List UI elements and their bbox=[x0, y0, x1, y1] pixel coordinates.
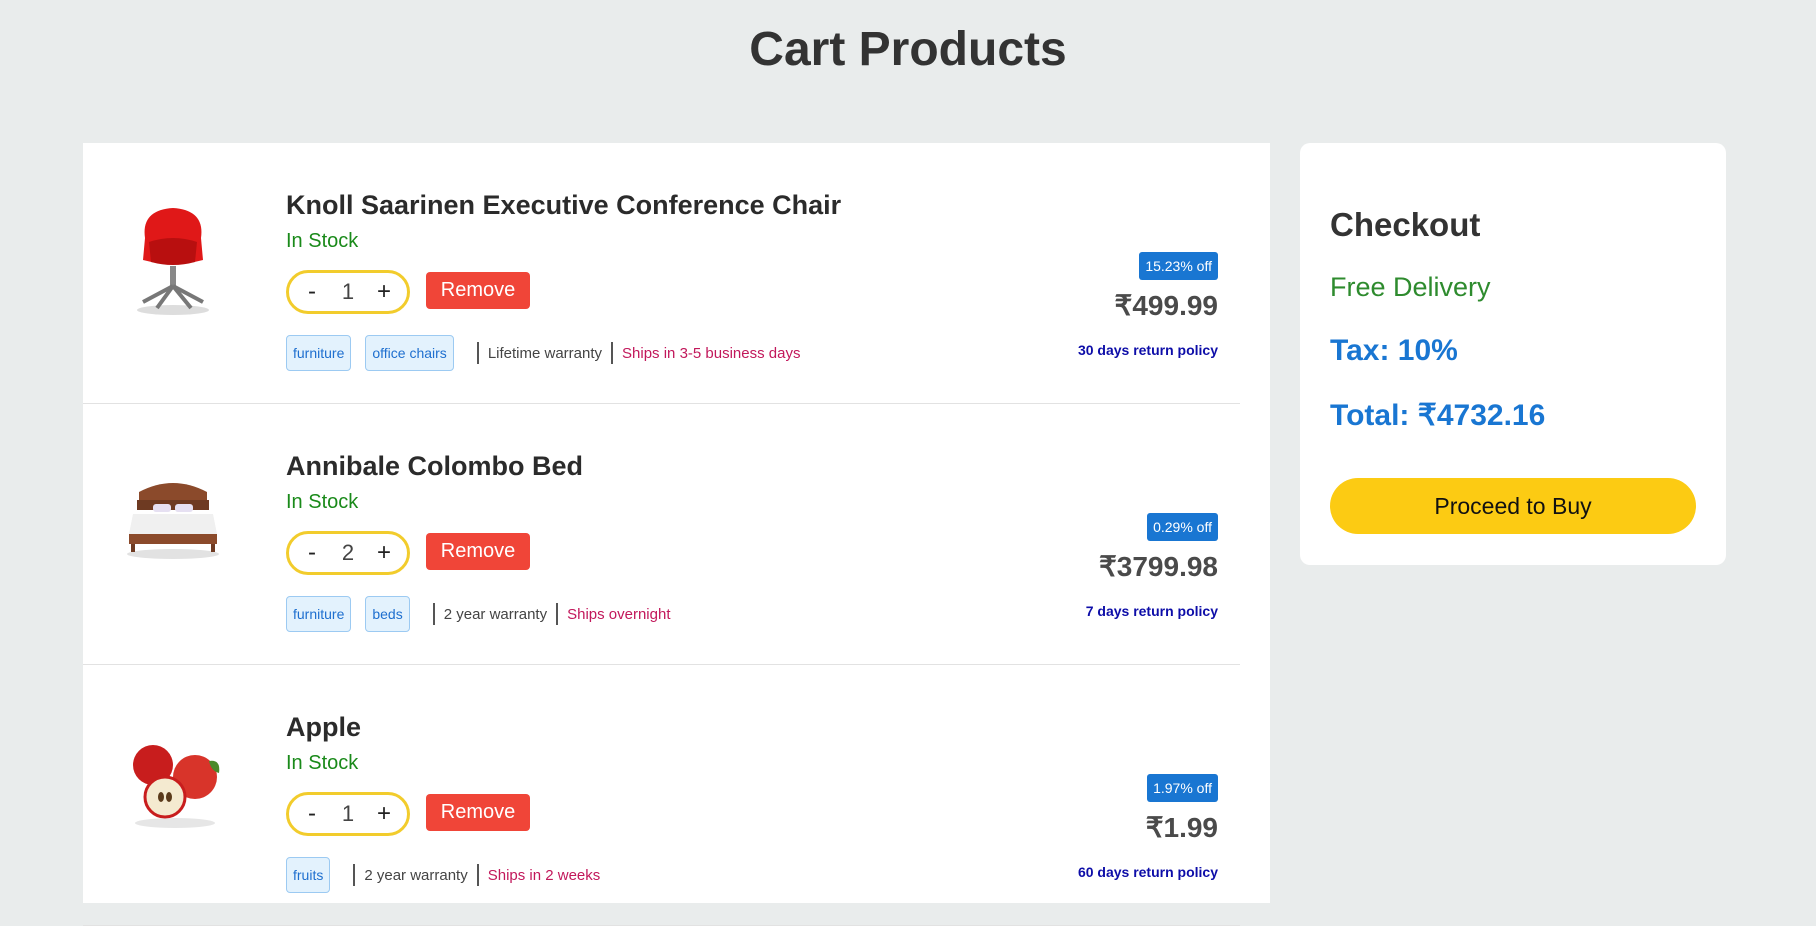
tag[interactable]: fruits bbox=[286, 857, 331, 893]
cart-item: Knoll Saarinen Executive Conference Chai… bbox=[83, 143, 1240, 404]
item-title[interactable]: Annibale Colombo Bed bbox=[286, 451, 583, 482]
stock-status: In Stock bbox=[286, 752, 359, 774]
cart-list: Knoll Saarinen Executive Conference Chai… bbox=[83, 143, 1270, 926]
quantity-stepper: - 1 + bbox=[286, 270, 410, 314]
divider bbox=[476, 342, 479, 364]
item-tags: furniture beds 2 year warranty Ships ove… bbox=[286, 596, 671, 632]
decrease-quantity-button[interactable]: - bbox=[289, 800, 335, 828]
stock-status: In Stock bbox=[286, 491, 359, 513]
office-chair-icon bbox=[137, 208, 209, 315]
remove-button[interactable]: Remove bbox=[426, 272, 530, 309]
quantity-stepper: - 2 + bbox=[286, 531, 410, 575]
item-price: ₹1.99 bbox=[1145, 812, 1218, 843]
increase-quantity-button[interactable]: + bbox=[361, 800, 407, 828]
increase-quantity-button[interactable]: + bbox=[361, 278, 407, 306]
tag[interactable]: office chairs bbox=[365, 335, 454, 371]
quantity-value: 2 bbox=[341, 540, 355, 565]
quantity-value: 1 bbox=[341, 801, 355, 826]
bed-icon bbox=[127, 483, 219, 559]
return-policy: 7 days return policy bbox=[1085, 603, 1218, 619]
return-policy: 60 days return policy bbox=[1077, 864, 1218, 880]
warranty-info: 2 year warranty bbox=[443, 605, 548, 623]
warranty-info: 2 year warranty bbox=[364, 866, 468, 884]
checkout-title: Checkout bbox=[1330, 206, 1481, 243]
cart-item: Apple In Stock - 1 + Remove fruits 2 yea… bbox=[83, 665, 1240, 926]
decrease-quantity-button[interactable]: - bbox=[289, 278, 335, 306]
page-title: Cart Products bbox=[749, 23, 1067, 76]
delivery-info: Free Delivery bbox=[1330, 272, 1491, 302]
discount-badge: 15.23% off bbox=[1139, 252, 1218, 280]
divider bbox=[556, 603, 559, 625]
cart-item: Annibale Colombo Bed In Stock - 2 + Remo… bbox=[83, 404, 1240, 665]
shipping-info: Ships in 2 weeks bbox=[487, 866, 601, 884]
stock-status: In Stock bbox=[286, 230, 359, 252]
return-policy: 30 days return policy bbox=[1077, 342, 1218, 358]
discount-badge: 1.97% off bbox=[1147, 774, 1218, 802]
warranty-info: Lifetime warranty bbox=[487, 344, 603, 362]
item-title[interactable]: Knoll Saarinen Executive Conference Chai… bbox=[286, 190, 841, 221]
tax-info: Tax: 10% bbox=[1330, 334, 1458, 367]
divider bbox=[476, 864, 479, 886]
increase-quantity-button[interactable]: + bbox=[361, 539, 407, 567]
checkout-panel: Checkout Free Delivery Tax: 10% Total: ₹… bbox=[1300, 143, 1726, 565]
item-tags: fruits 2 year warranty Ships in 2 weeks bbox=[286, 857, 600, 893]
discount-badge: 0.29% off bbox=[1147, 513, 1218, 541]
quantity-stepper: - 1 + bbox=[286, 792, 410, 836]
item-title[interactable]: Apple bbox=[286, 712, 361, 743]
divider bbox=[432, 603, 435, 625]
item-tags: furniture office chairs Lifetime warrant… bbox=[286, 335, 800, 371]
quantity-value: 1 bbox=[341, 279, 355, 304]
remove-button[interactable]: Remove bbox=[426, 794, 530, 831]
item-price: ₹3799.98 bbox=[1098, 551, 1218, 582]
tag[interactable]: furniture bbox=[286, 596, 352, 632]
item-price: ₹499.99 bbox=[1114, 290, 1218, 321]
shipping-info: Ships in 3-5 business days bbox=[622, 344, 801, 362]
tag[interactable]: beds bbox=[365, 596, 410, 632]
order-total: Total: ₹4732.16 bbox=[1330, 399, 1546, 432]
divider bbox=[353, 864, 356, 886]
shipping-info: Ships overnight bbox=[567, 605, 671, 623]
remove-button[interactable]: Remove bbox=[426, 533, 530, 570]
apple-icon bbox=[133, 745, 220, 828]
divider bbox=[611, 342, 614, 364]
decrease-quantity-button[interactable]: - bbox=[289, 539, 335, 567]
proceed-to-buy-button[interactable]: Proceed to Buy bbox=[1330, 478, 1696, 534]
tag[interactable]: furniture bbox=[286, 335, 352, 371]
